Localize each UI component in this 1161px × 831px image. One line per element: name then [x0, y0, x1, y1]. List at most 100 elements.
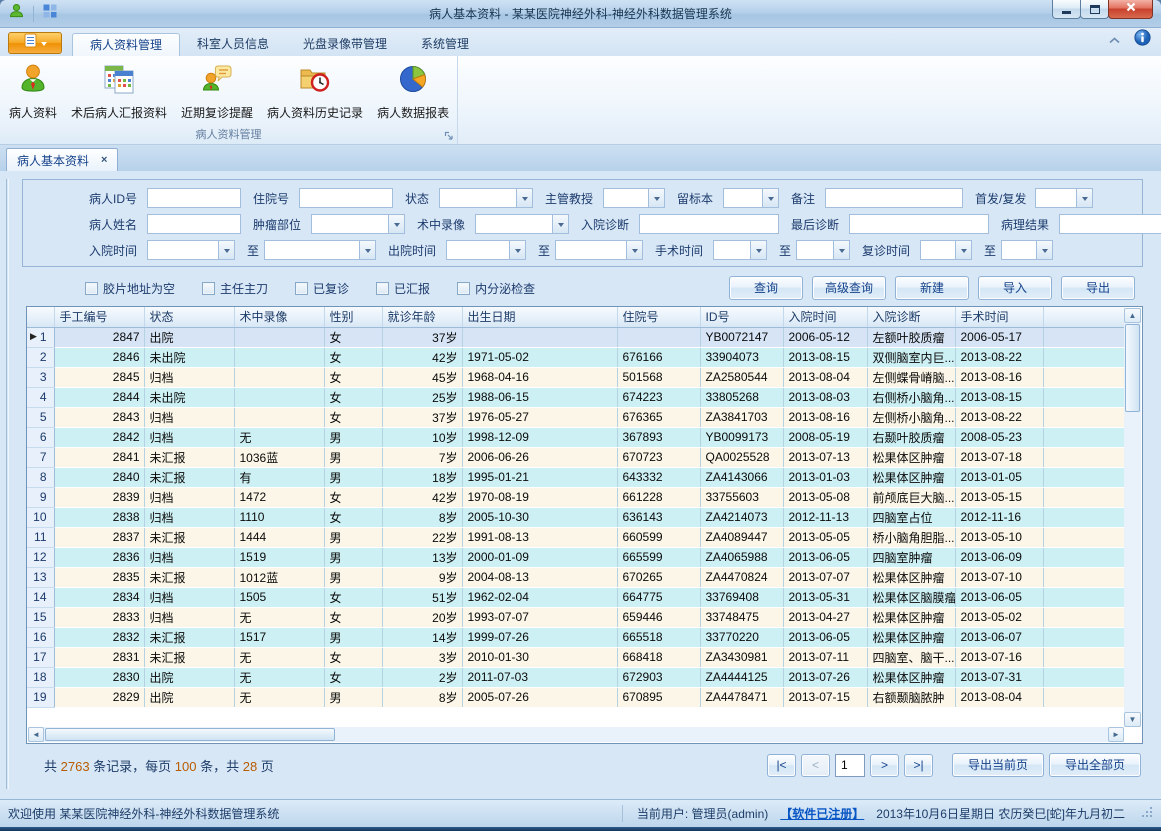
close-button[interactable]	[1108, 0, 1153, 19]
professor-combo[interactable]	[603, 188, 665, 208]
table-row[interactable]: 192829出院无男8岁2005-07-26670895ZA4478471201…	[27, 687, 1125, 707]
table-row[interactable]: 182830出院无女2岁2011-07-03672903ZA4444125201…	[27, 667, 1125, 687]
table-row[interactable]: 42844未出院女25岁1988-06-15674223338052682013…	[27, 387, 1125, 407]
page-input[interactable]	[835, 754, 865, 777]
table-row[interactable]: 102838归档1110女8岁2005-10-30636143ZA4214073…	[27, 507, 1125, 527]
prev-page-button[interactable]: <	[801, 754, 830, 777]
dialog-launcher-icon[interactable]	[444, 130, 454, 146]
pathology-input[interactable]	[1059, 214, 1161, 234]
final-diag-input[interactable]	[849, 214, 989, 234]
ribbon-button-patient-data[interactable]: 病人资料	[4, 60, 62, 123]
column-header[interactable]: 手工编号	[54, 307, 144, 327]
horizontal-scrollbar[interactable]: ◄ ►	[28, 727, 1124, 742]
scroll-up-icon[interactable]: ▲	[1124, 308, 1141, 323]
combo-arrow-icon[interactable]	[509, 241, 525, 259]
vertical-scrollbar-thumb[interactable]	[1125, 324, 1140, 412]
scroll-down-icon[interactable]: ▼	[1124, 712, 1141, 727]
table-row[interactable]: 92839归档1472女42岁1970-08-19661228337556032…	[27, 487, 1125, 507]
row-selector[interactable]: 5	[27, 407, 54, 427]
combo-arrow-icon[interactable]	[552, 215, 568, 233]
table-row[interactable]: 82840未汇报有男18岁1995-01-21643332ZA414306620…	[27, 467, 1125, 487]
row-selector[interactable]: 7	[27, 447, 54, 467]
combo-arrow-icon[interactable]	[833, 241, 849, 259]
doc-tab-patient-basic-info[interactable]: 病人基本资料 ×	[6, 148, 118, 171]
table-row[interactable]: 62842归档无男10岁1998-12-09367893YB0099173200…	[27, 427, 1125, 447]
ribbon-button-postop-report[interactable]: 术后病人汇报资料	[66, 60, 172, 123]
admission-diag-input[interactable]	[639, 214, 779, 234]
table-row[interactable]: 52843归档女37岁1976-05-27676365ZA38417032013…	[27, 407, 1125, 427]
column-header[interactable]: ID号	[700, 307, 783, 327]
intraop-video-combo[interactable]	[475, 214, 569, 234]
combo-arrow-icon[interactable]	[218, 241, 234, 259]
table-row[interactable]: 112837未汇报1444男22岁1991-08-13660599ZA40894…	[27, 527, 1125, 547]
row-selector[interactable]: 19	[27, 687, 54, 707]
combo-arrow-icon[interactable]	[750, 241, 766, 259]
row-selector[interactable]: 15	[27, 607, 54, 627]
column-header[interactable]: 手术时间	[955, 307, 1043, 327]
column-header[interactable]: 术中录像	[234, 307, 324, 327]
tab-patient-data-management[interactable]: 病人资料管理	[72, 33, 180, 56]
checkbox-icon[interactable]	[295, 282, 308, 295]
query-button[interactable]: 查询	[729, 276, 803, 300]
relapse-combo[interactable]	[1035, 188, 1093, 208]
table-row[interactable]: 162832未汇报1517男14岁1999-07-266655183377022…	[27, 627, 1125, 647]
checkbox-reported[interactable]: 已汇报	[376, 280, 430, 297]
export-current-page-button[interactable]: 导出当前页	[952, 753, 1044, 777]
ribbon-button-followup-reminder[interactable]: 近期复诊提醒	[176, 60, 258, 123]
remark-input[interactable]	[825, 188, 963, 208]
followup-time-from-combo[interactable]	[920, 240, 972, 260]
checkbox-film-address-empty[interactable]: 胶片地址为空	[85, 280, 175, 297]
combo-arrow-icon[interactable]	[1036, 241, 1052, 259]
maximize-button[interactable]	[1080, 0, 1109, 19]
last-page-button[interactable]: >|	[904, 754, 933, 777]
column-header[interactable]: 入院诊断	[867, 307, 955, 327]
table-row[interactable]: 32845归档女45岁1968-04-16501568ZA25805442013…	[27, 367, 1125, 387]
admit-time-to-combo[interactable]	[264, 240, 376, 260]
row-selector[interactable]: 14	[27, 587, 54, 607]
combo-arrow-icon[interactable]	[388, 215, 404, 233]
column-header[interactable]: 性别	[324, 307, 382, 327]
table-row[interactable]: 22846未出院女42岁1971-05-02676166339040732013…	[27, 347, 1125, 367]
scroll-left-icon[interactable]: ◄	[28, 727, 44, 742]
surgery-time-from-combo[interactable]	[713, 240, 767, 260]
row-selector[interactable]: 9	[27, 487, 54, 507]
followup-time-to-combo[interactable]	[1001, 240, 1053, 260]
combo-arrow-icon[interactable]	[955, 241, 971, 259]
row-selector[interactable]: 16	[27, 627, 54, 647]
ribbon-button-data-report[interactable]: 病人数据报表	[372, 60, 454, 123]
table-row[interactable]: 132835未汇报1012蓝男9岁2004-08-13670265ZA44708…	[27, 567, 1125, 587]
vertical-scrollbar[interactable]: ▲ ▼	[1124, 308, 1141, 727]
checkbox-chief-surgeon[interactable]: 主任主刀	[202, 280, 268, 297]
patient-id-input[interactable]	[147, 188, 241, 208]
table-row[interactable]: 172831未汇报无女3岁2010-01-30668418ZA343098120…	[27, 647, 1125, 667]
resize-grip-icon[interactable]	[1141, 806, 1153, 821]
row-selector[interactable]: 13	[27, 567, 54, 587]
doc-tab-close-icon[interactable]: ×	[101, 154, 107, 166]
left-splitter[interactable]	[6, 179, 9, 789]
column-header[interactable]: 就诊年龄	[382, 307, 462, 327]
combo-arrow-icon[interactable]	[516, 189, 532, 207]
import-button[interactable]: 导入	[978, 276, 1052, 300]
first-page-button[interactable]: |<	[767, 754, 796, 777]
checkbox-icon[interactable]	[457, 282, 470, 295]
row-selector[interactable]: 17	[27, 647, 54, 667]
column-header[interactable]: 出生日期	[462, 307, 617, 327]
scroll-right-icon[interactable]: ►	[1108, 727, 1124, 742]
row-selector[interactable]: ▶1	[27, 327, 54, 347]
row-selector[interactable]: 10	[27, 507, 54, 527]
horizontal-scrollbar-thumb[interactable]	[45, 728, 335, 741]
combo-arrow-icon[interactable]	[359, 241, 375, 259]
row-selector[interactable]: 11	[27, 527, 54, 547]
help-info-icon[interactable]	[1134, 29, 1151, 51]
export-button[interactable]: 导出	[1061, 276, 1135, 300]
specimen-combo[interactable]	[723, 188, 779, 208]
table-row[interactable]: 152833归档无女20岁1993-07-0765944633748475201…	[27, 607, 1125, 627]
discharge-time-to-combo[interactable]	[555, 240, 643, 260]
patient-name-input[interactable]	[147, 214, 241, 234]
combo-arrow-icon[interactable]	[648, 189, 664, 207]
tab-system-management[interactable]: 系统管理	[404, 33, 486, 56]
table-row[interactable]: 142834归档1505女51岁1962-02-0466477533769408…	[27, 587, 1125, 607]
minimize-button[interactable]	[1052, 0, 1081, 19]
row-selector[interactable]: 2	[27, 347, 54, 367]
collapse-ribbon-icon[interactable]	[1109, 31, 1120, 49]
